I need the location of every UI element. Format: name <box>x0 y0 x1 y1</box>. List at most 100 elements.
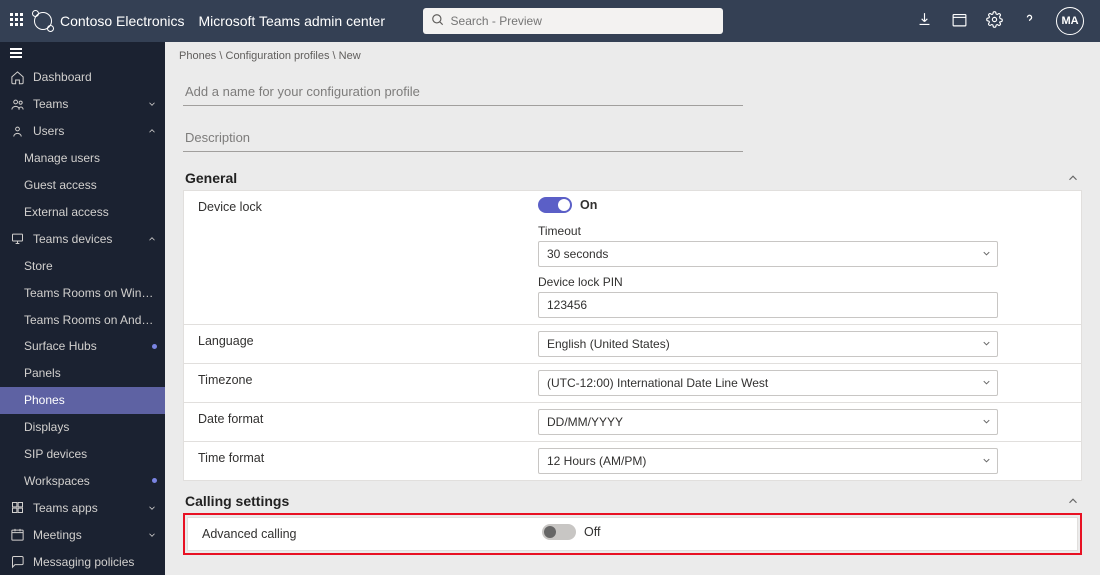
calendar-icon[interactable] <box>951 11 968 31</box>
meetings-icon <box>10 527 25 542</box>
sidebar-item-users[interactable]: Users <box>0 118 165 145</box>
highlight-annotation: Advanced calling Off <box>183 513 1082 555</box>
settings-icon[interactable] <box>986 11 1003 31</box>
sidebar-item-meetings[interactable]: Meetings <box>0 521 165 548</box>
row-device-lock: Device lock On Timeout 30 seconds <box>184 191 1081 325</box>
sidebar-item-external-access[interactable]: External access <box>0 198 165 225</box>
sidebar-item-label: Panels <box>24 366 157 380</box>
users-icon <box>10 124 25 139</box>
section-header-calling[interactable]: Calling settings <box>183 493 1082 509</box>
sidebar-item-label: Manage users <box>24 151 157 165</box>
help-icon[interactable] <box>1021 11 1038 31</box>
sidebar-item-label: Store <box>24 259 157 273</box>
brand-name: Contoso Electronics <box>60 13 185 29</box>
sidebar-item-label: Workspaces <box>24 474 148 488</box>
chevron-down-icon <box>981 455 992 466</box>
breadcrumb-link[interactable]: Phones <box>179 50 216 62</box>
menu-toggle[interactable] <box>0 42 165 64</box>
row-advanced-calling: Advanced calling Off <box>188 518 1077 550</box>
toggle-state: Off <box>584 525 600 539</box>
chevron-down-icon <box>147 530 157 540</box>
search-icon <box>431 13 445 27</box>
topbar: Contoso Electronics Microsoft Teams admi… <box>0 0 1100 42</box>
brand: Contoso Electronics <box>10 12 185 30</box>
new-badge <box>152 478 157 483</box>
row-timezone: Timezone (UTC-12:00) International Date … <box>184 364 1081 403</box>
chevron-down-icon <box>981 416 992 427</box>
content: Phones \ Configuration profiles \ New Ge… <box>165 42 1100 575</box>
sidebar-item-dashboard[interactable]: Dashboard <box>0 64 165 91</box>
row-label: Device lock <box>198 197 538 214</box>
chevron-up-icon <box>1066 494 1080 508</box>
sidebar-item-teams-devices[interactable]: Teams devices <box>0 225 165 252</box>
chevron-down-icon <box>981 248 992 259</box>
sidebar-item-rooms-android[interactable]: Teams Rooms on Android <box>0 306 165 333</box>
download-icon[interactable] <box>916 11 933 31</box>
breadcrumb-link[interactable]: Configuration profiles <box>226 50 330 62</box>
sidebar: Dashboard Teams Users Manage users Guest… <box>0 42 165 575</box>
sidebar-item-label: Surface Hubs <box>24 339 148 353</box>
messaging-icon <box>10 554 25 569</box>
toggle-state: On <box>580 198 597 212</box>
general-panel: Device lock On Timeout 30 seconds <box>183 190 1082 481</box>
sidebar-item-label: Users <box>33 124 147 138</box>
chevron-up-icon <box>147 126 157 136</box>
row-label: Date format <box>198 409 538 426</box>
sidebar-item-label: External access <box>24 205 157 219</box>
sidebar-item-displays[interactable]: Displays <box>0 414 165 441</box>
profile-name-input[interactable] <box>183 78 743 106</box>
brand-logo-icon <box>34 12 52 30</box>
sidebar-item-panels[interactable]: Panels <box>0 360 165 387</box>
section-title: General <box>185 170 237 186</box>
select-value: 12 Hours (AM/PM) <box>547 454 646 468</box>
timeout-select[interactable]: 30 seconds <box>538 241 998 267</box>
section-header-general[interactable]: General <box>183 170 1082 186</box>
select-value: (UTC-12:00) International Date Line West <box>547 376 768 390</box>
sidebar-item-label: Phones <box>24 393 157 407</box>
chevron-down-icon <box>981 338 992 349</box>
select-value: DD/MM/YYYY <box>547 415 623 429</box>
avatar[interactable]: MA <box>1056 7 1084 35</box>
time-format-select[interactable]: 12 Hours (AM/PM) <box>538 448 998 474</box>
sidebar-item-label: SIP devices <box>24 447 157 461</box>
advanced-calling-toggle[interactable]: Off <box>542 524 600 540</box>
sidebar-item-workspaces[interactable]: Workspaces <box>0 468 165 495</box>
pin-label: Device lock PIN <box>538 275 1067 289</box>
hamburger-icon <box>10 46 25 61</box>
chevron-up-icon <box>147 234 157 244</box>
row-date-format: Date format DD/MM/YYYY <box>184 403 1081 442</box>
sidebar-item-sip-devices[interactable]: SIP devices <box>0 441 165 468</box>
app-launcher-icon[interactable] <box>10 13 26 29</box>
sidebar-item-store[interactable]: Store <box>0 252 165 279</box>
devices-icon <box>10 231 25 246</box>
select-value: English (United States) <box>547 337 670 351</box>
sidebar-item-label: Teams Rooms on Windo... <box>24 286 157 300</box>
pin-input[interactable] <box>538 292 998 318</box>
chevron-down-icon <box>981 377 992 388</box>
date-format-select[interactable]: DD/MM/YYYY <box>538 409 998 435</box>
sidebar-item-guest-access[interactable]: Guest access <box>0 172 165 199</box>
device-lock-toggle[interactable]: On <box>538 197 597 213</box>
timezone-select[interactable]: (UTC-12:00) International Date Line West <box>538 370 998 396</box>
profile-description-input[interactable] <box>183 124 743 152</box>
home-icon <box>10 70 25 85</box>
sidebar-item-label: Teams Rooms on Android <box>24 313 157 327</box>
sidebar-item-surface-hubs[interactable]: Surface Hubs <box>0 333 165 360</box>
language-select[interactable]: English (United States) <box>538 331 998 357</box>
sidebar-item-rooms-windows[interactable]: Teams Rooms on Windo... <box>0 279 165 306</box>
chevron-down-icon <box>147 99 157 109</box>
timeout-label: Timeout <box>538 224 1067 238</box>
sidebar-item-label: Teams <box>33 97 147 111</box>
new-badge <box>152 344 157 349</box>
sidebar-item-label: Teams devices <box>33 232 147 246</box>
sidebar-item-teams[interactable]: Teams <box>0 91 165 118</box>
search-input[interactable] <box>423 8 723 34</box>
sidebar-item-phones[interactable]: Phones <box>0 387 165 414</box>
sidebar-item-manage-users[interactable]: Manage users <box>0 145 165 172</box>
chevron-down-icon <box>147 503 157 513</box>
sidebar-item-messaging-policies[interactable]: Messaging policies <box>0 548 165 575</box>
row-label: Language <box>198 331 538 348</box>
sidebar-item-teams-apps[interactable]: Teams apps <box>0 494 165 521</box>
sidebar-item-label: Teams apps <box>33 501 147 515</box>
calling-panel: Advanced calling Off <box>187 517 1078 551</box>
